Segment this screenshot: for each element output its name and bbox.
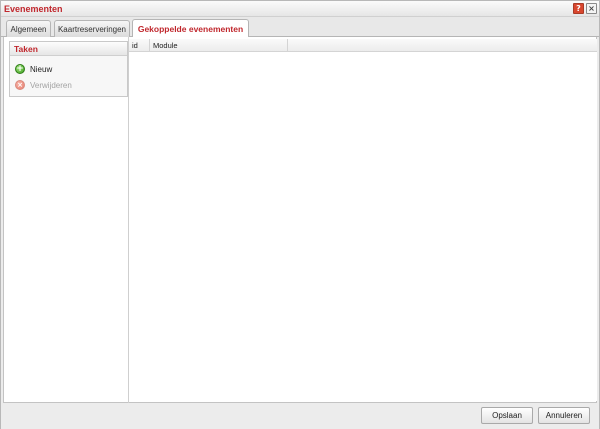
tasks-title: Taken: [14, 44, 38, 54]
tab-strip: Algemeen Kaartreserveringen Gekoppelde e…: [1, 17, 599, 37]
window-title: Evenementen: [4, 4, 63, 14]
column-header-module[interactable]: Module: [150, 39, 288, 52]
tasks-header: Taken: [10, 42, 127, 56]
new-task-button[interactable]: + Nieuw: [15, 63, 52, 75]
save-button[interactable]: Opslaan: [481, 407, 533, 424]
title-bar[interactable]: Evenementen ? ×: [1, 1, 599, 17]
help-icon[interactable]: ?: [573, 3, 584, 14]
tab-kaartreserveringen[interactable]: Kaartreserveringen: [54, 20, 130, 37]
grid-header: id Module: [129, 39, 597, 52]
dialog-footer: Opslaan Annuleren: [1, 403, 599, 429]
tasks-panel: Taken + Nieuw × Verwijderen: [9, 41, 128, 97]
add-icon: +: [15, 63, 25, 74]
linked-events-grid[interactable]: id Module: [129, 39, 597, 401]
tab-content-panel: Taken + Nieuw × Verwijderen id Module: [3, 37, 597, 403]
remove-task-button[interactable]: × Verwijderen: [15, 79, 72, 91]
tab-gekoppelde-evenementen[interactable]: Gekoppelde evenementen: [132, 19, 249, 37]
dialog-window: Evenementen ? × Algemeen Kaartreserverin…: [0, 0, 600, 429]
column-header-id[interactable]: id: [129, 39, 150, 52]
new-task-label: Nieuw: [30, 64, 53, 74]
close-icon[interactable]: ×: [586, 3, 597, 14]
tab-algemeen[interactable]: Algemeen: [6, 20, 51, 37]
cancel-button[interactable]: Annuleren: [538, 407, 590, 424]
remove-icon: ×: [15, 80, 25, 90]
remove-task-label: Verwijderen: [30, 80, 72, 90]
